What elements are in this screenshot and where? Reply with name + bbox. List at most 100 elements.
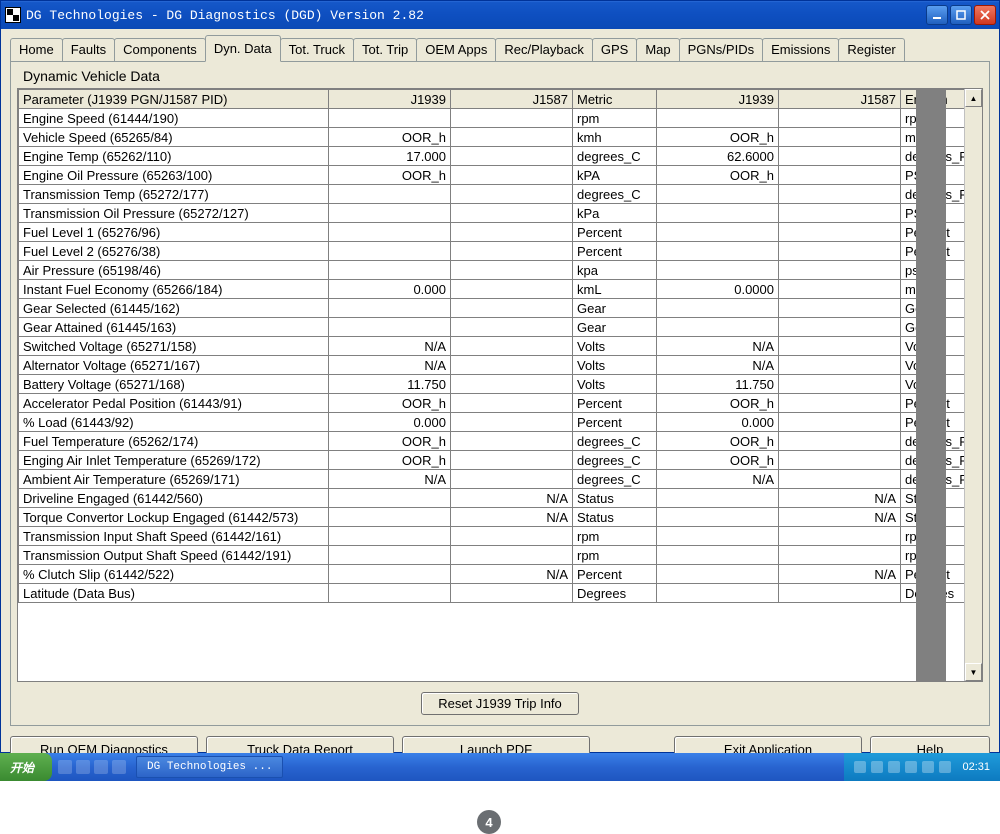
- tab-dyn-data[interactable]: Dyn. Data: [205, 35, 281, 62]
- tray-icon[interactable]: [905, 761, 917, 773]
- tray-icon[interactable]: [871, 761, 883, 773]
- col-header[interactable]: J1939: [329, 90, 451, 109]
- cell: N/A: [329, 337, 451, 356]
- tray-icon[interactable]: [939, 761, 951, 773]
- start-button[interactable]: 开始: [0, 753, 52, 781]
- tab-tot-truck[interactable]: Tot. Truck: [280, 38, 354, 61]
- cell: Switched Voltage (65271/158): [19, 337, 329, 356]
- table-row[interactable]: Vehicle Speed (65265/84)OOR_hkmhOOR_hmph: [19, 128, 965, 147]
- tray-icon[interactable]: [888, 761, 900, 773]
- cell: 17.000: [329, 147, 451, 166]
- table-row[interactable]: Transmission Oil Pressure (65272/127)kPa…: [19, 204, 965, 223]
- table-row[interactable]: Engine Oil Pressure (65263/100)OOR_hkPAO…: [19, 166, 965, 185]
- col-header[interactable]: Metric: [573, 90, 657, 109]
- tab-map[interactable]: Map: [636, 38, 679, 61]
- taskbar-item[interactable]: DG Technologies ...: [136, 756, 283, 778]
- table-row[interactable]: Gear Selected (61445/162)GearGear: [19, 299, 965, 318]
- table-row[interactable]: Latitude (Data Bus)DegreesDegrees: [19, 584, 965, 603]
- cell: [451, 128, 573, 147]
- ql-icon[interactable]: [58, 760, 72, 774]
- cell: Percent: [573, 223, 657, 242]
- cell: [779, 261, 901, 280]
- tab-faults[interactable]: Faults: [62, 38, 115, 61]
- tab-components[interactable]: Components: [114, 38, 206, 61]
- table-row[interactable]: Fuel Level 2 (65276/38)PercentPercent: [19, 242, 965, 261]
- cell: [779, 109, 901, 128]
- table-row[interactable]: Air Pressure (65198/46)kpapsi: [19, 261, 965, 280]
- cell: kmL: [573, 280, 657, 299]
- table-row[interactable]: Driveline Engaged (61442/560)N/AStatusN/…: [19, 489, 965, 508]
- vertical-scrollbar[interactable]: ▲ ▼: [964, 89, 982, 681]
- table-row[interactable]: Accelerator Pedal Position (61443/91)OOR…: [19, 394, 965, 413]
- system-tray[interactable]: 02:31: [844, 753, 1000, 781]
- col-header[interactable]: J1939: [657, 90, 779, 109]
- table-row[interactable]: Fuel Level 1 (65276/96)PercentPercent: [19, 223, 965, 242]
- table-row[interactable]: Enging Air Inlet Temperature (65269/172)…: [19, 451, 965, 470]
- scroll-down-button[interactable]: ▼: [965, 663, 982, 681]
- minimize-button[interactable]: [926, 5, 948, 25]
- cell: Alternator Voltage (65271/167): [19, 356, 329, 375]
- tab-pgns-pids[interactable]: PGNs/PIDs: [679, 38, 763, 61]
- tray-icon[interactable]: [922, 761, 934, 773]
- cell: OOR_h: [657, 166, 779, 185]
- table-row[interactable]: Switched Voltage (65271/158)N/AVoltsN/AV…: [19, 337, 965, 356]
- scroll-track[interactable]: [965, 107, 982, 663]
- cell: [451, 204, 573, 223]
- cell: [657, 204, 779, 223]
- taskbar[interactable]: 开始 DG Technologies ... 02:31: [0, 753, 1000, 781]
- table-row[interactable]: Transmission Input Shaft Speed (61442/16…: [19, 527, 965, 546]
- table-row[interactable]: Instant Fuel Economy (65266/184)0.000kmL…: [19, 280, 965, 299]
- cell: rpm: [573, 527, 657, 546]
- tab-oem-apps[interactable]: OEM Apps: [416, 38, 496, 61]
- cell: [451, 318, 573, 337]
- cell: [451, 432, 573, 451]
- cell: N/A: [657, 337, 779, 356]
- quick-launch[interactable]: [52, 760, 132, 774]
- table-row[interactable]: Torque Convertor Lockup Engaged (61442/5…: [19, 508, 965, 527]
- cell: [451, 337, 573, 356]
- cell: [779, 451, 901, 470]
- cell: degrees_C: [573, 185, 657, 204]
- table-row[interactable]: Fuel Temperature (65262/174)OOR_hdegrees…: [19, 432, 965, 451]
- table-row[interactable]: Alternator Voltage (65271/167)N/AVoltsN/…: [19, 356, 965, 375]
- table-row[interactable]: Battery Voltage (65271/168)11.750Volts11…: [19, 375, 965, 394]
- cell: Percent: [573, 413, 657, 432]
- table-row[interactable]: Engine Speed (61444/190)rpmrpm: [19, 109, 965, 128]
- start-label: 开始: [10, 759, 34, 776]
- cell: Volts: [573, 375, 657, 394]
- col-header[interactable]: J1587: [451, 90, 573, 109]
- ql-icon[interactable]: [76, 760, 90, 774]
- cell: [779, 223, 901, 242]
- cell: kpa: [573, 261, 657, 280]
- tab-home[interactable]: Home: [10, 38, 63, 61]
- col-header[interactable]: Parameter (J1939 PGN/J1587 PID): [19, 90, 329, 109]
- table-row[interactable]: Gear Attained (61445/163)GearGear: [19, 318, 965, 337]
- col-header[interactable]: J1587: [779, 90, 901, 109]
- table-row[interactable]: Transmission Temp (65272/177)degrees_Cde…: [19, 185, 965, 204]
- tab-emissions[interactable]: Emissions: [762, 38, 839, 61]
- taskbar-item-label: DG Technologies ...: [147, 761, 272, 773]
- tab-gps[interactable]: GPS: [592, 38, 637, 61]
- titlebar[interactable]: DG Technologies - DG Diagnostics (DGD) V…: [1, 1, 999, 29]
- table-row[interactable]: Ambient Air Temperature (65269/171)N/Ade…: [19, 470, 965, 489]
- tab-tot-trip[interactable]: Tot. Trip: [353, 38, 417, 61]
- table-row[interactable]: % Clutch Slip (61442/522)N/APercentN/APe…: [19, 565, 965, 584]
- tray-icon[interactable]: [854, 761, 866, 773]
- window-title: DG Technologies - DG Diagnostics (DGD) V…: [26, 8, 926, 23]
- maximize-button[interactable]: [950, 5, 972, 25]
- ql-icon[interactable]: [94, 760, 108, 774]
- reset-trip-button[interactable]: Reset J1939 Trip Info: [421, 692, 579, 715]
- scroll-up-button[interactable]: ▲: [965, 89, 982, 107]
- cell: kPa: [573, 204, 657, 223]
- tab-rec-playback[interactable]: Rec/Playback: [495, 38, 592, 61]
- cell: Gear Attained (61445/163): [19, 318, 329, 337]
- data-grid[interactable]: Parameter (J1939 PGN/J1587 PID)J1939J158…: [18, 89, 964, 603]
- tab-register[interactable]: Register: [838, 38, 904, 61]
- cell: kmh: [573, 128, 657, 147]
- ql-icon[interactable]: [112, 760, 126, 774]
- cell: [657, 546, 779, 565]
- table-row[interactable]: Engine Temp (65262/110)17.000degrees_C62…: [19, 147, 965, 166]
- table-row[interactable]: Transmission Output Shaft Speed (61442/1…: [19, 546, 965, 565]
- table-row[interactable]: % Load (61443/92)0.000Percent0.000Percen…: [19, 413, 965, 432]
- close-button[interactable]: [974, 5, 996, 25]
